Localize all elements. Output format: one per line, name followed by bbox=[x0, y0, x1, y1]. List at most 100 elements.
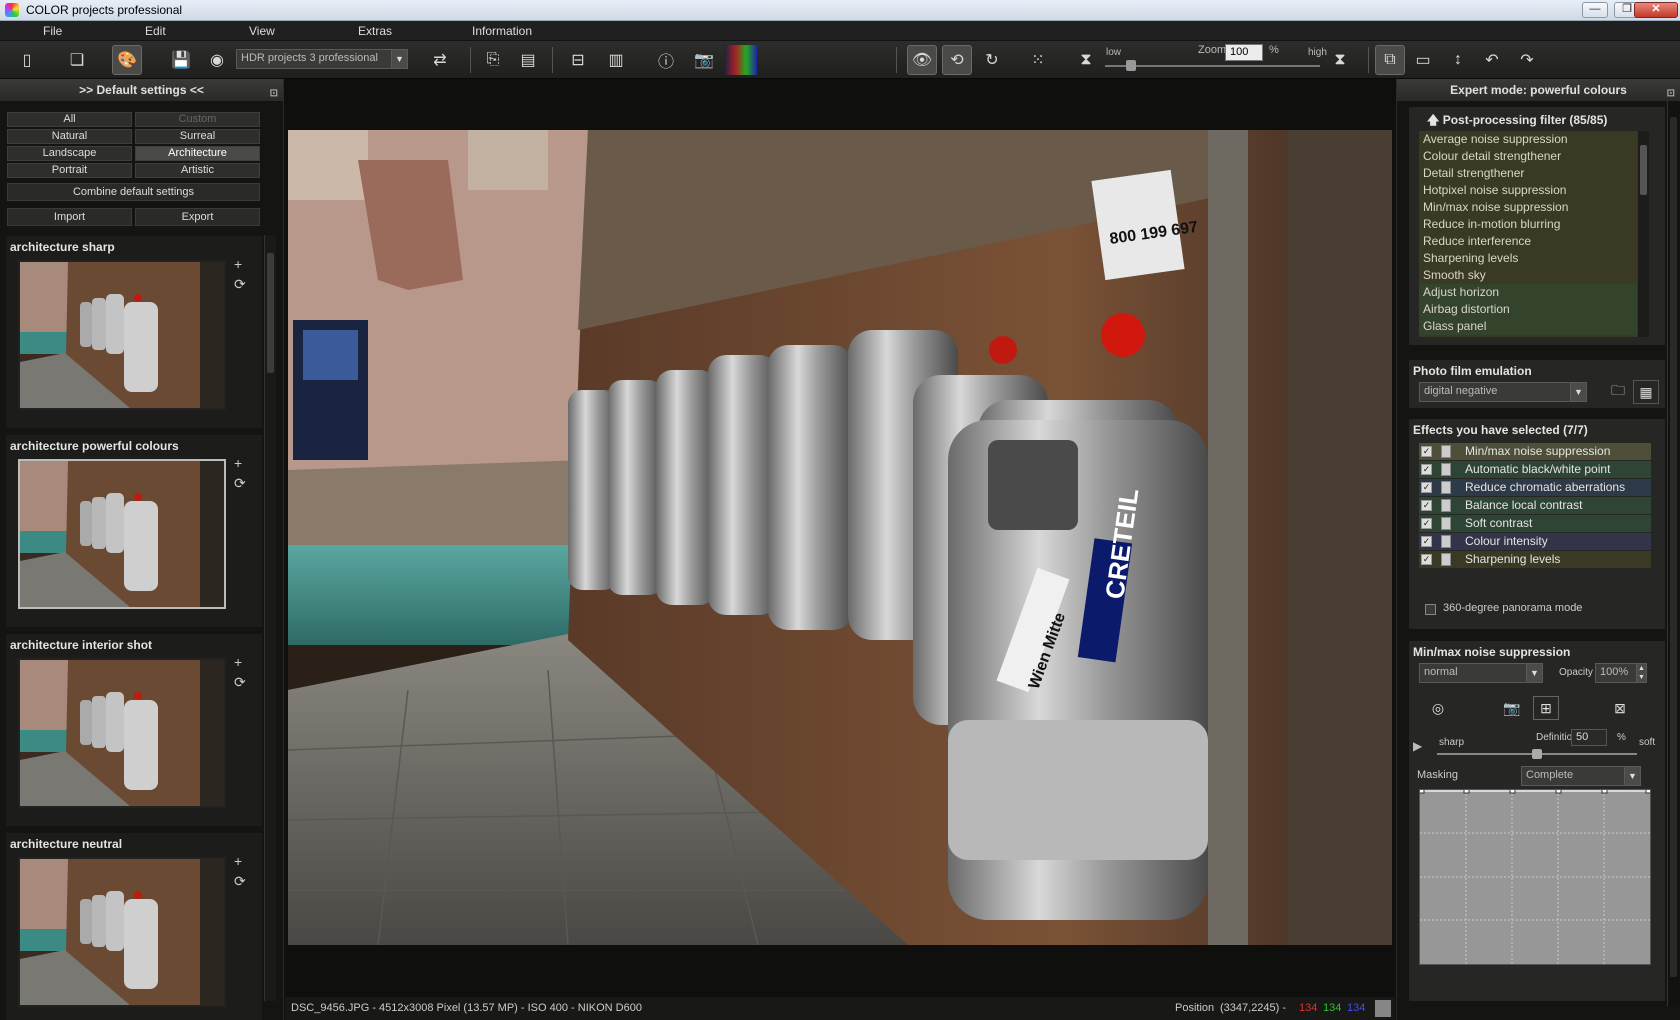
effect-item[interactable]: ✓ Sharpening levels bbox=[1419, 551, 1651, 568]
new-file-icon[interactable]: ▯ bbox=[12, 45, 42, 75]
category-architecture[interactable]: Architecture bbox=[135, 146, 260, 161]
preset-thumbnail[interactable] bbox=[18, 658, 226, 808]
menu-edit[interactable]: Edit bbox=[145, 24, 166, 38]
refresh-preset-icon[interactable]: ⟳ bbox=[234, 276, 246, 293]
zoom-input[interactable]: 100 bbox=[1225, 44, 1263, 61]
filter-scrollbar-thumb[interactable] bbox=[1640, 145, 1647, 195]
category-artistic[interactable]: Artistic bbox=[135, 163, 260, 178]
detail-slider-handle[interactable] bbox=[1126, 60, 1136, 71]
menu-extras[interactable]: Extras bbox=[358, 24, 392, 38]
add-preset-icon[interactable]: + bbox=[234, 256, 242, 272]
filmstrip-icon[interactable]: ▥ bbox=[601, 45, 631, 75]
refresh-preset-icon[interactable]: ⟳ bbox=[234, 873, 246, 890]
effect-checkbox[interactable]: ✓ bbox=[1421, 446, 1432, 457]
effect-checkbox[interactable]: ✓ bbox=[1421, 554, 1432, 565]
preset-thumbnail[interactable] bbox=[18, 857, 226, 1007]
filter-list-item[interactable]: Reduce in-motion blurring bbox=[1419, 216, 1647, 233]
preset-scrollbar-thumb[interactable] bbox=[267, 253, 274, 373]
effect-checkbox[interactable]: ✓ bbox=[1421, 518, 1432, 529]
effect-item[interactable]: ✓ Balance local contrast bbox=[1419, 497, 1651, 514]
effect-item[interactable]: ✓ Reduce chromatic aberrations bbox=[1419, 479, 1651, 496]
open-file-icon[interactable]: ❏ bbox=[62, 45, 92, 75]
import-button[interactable]: Import bbox=[7, 208, 132, 226]
export-icon[interactable]: ⎘ bbox=[478, 45, 508, 75]
palette-icon[interactable]: 🎨 bbox=[112, 45, 142, 75]
definition-slider-handle[interactable] bbox=[1532, 749, 1542, 759]
film-emulation-select[interactable]: digital negative ▼ bbox=[1419, 382, 1587, 402]
menu-information[interactable]: Information bbox=[472, 24, 532, 38]
photo-preview[interactable]: 800 199 697 CRETEIL Wien Mitte bbox=[288, 130, 1392, 945]
definition-input[interactable]: 50 bbox=[1571, 729, 1607, 746]
rotate-right-icon[interactable]: ↷ bbox=[1512, 45, 1542, 75]
filter-list-item[interactable]: Airbag distortion bbox=[1419, 301, 1647, 318]
film-folder-icon[interactable]: 🗀 bbox=[1605, 380, 1631, 404]
resize-icon[interactable]: ↕ bbox=[1443, 45, 1473, 75]
effect-checkbox[interactable]: ✓ bbox=[1421, 500, 1432, 511]
category-surreal[interactable]: Surreal bbox=[135, 129, 260, 144]
effect-item[interactable]: ✓ Min/max noise suppression bbox=[1419, 443, 1651, 460]
high-icon[interactable]: ⧗ bbox=[1325, 45, 1355, 75]
preset-thumbnail[interactable] bbox=[18, 459, 226, 609]
add-preset-icon[interactable]: + bbox=[234, 654, 242, 670]
histogram-icon[interactable] bbox=[725, 45, 757, 75]
rotate-left-icon[interactable]: ↶ bbox=[1477, 45, 1507, 75]
effect-checkbox[interactable]: ✓ bbox=[1421, 482, 1432, 493]
filter-list-item[interactable]: Glass panel bbox=[1419, 318, 1647, 335]
filter-list-item[interactable]: Reduce interference bbox=[1419, 233, 1647, 250]
blend-mode-select[interactable]: normal ▼ bbox=[1419, 663, 1543, 683]
add-preset-icon[interactable]: + bbox=[234, 455, 242, 471]
menu-file[interactable]: File bbox=[43, 24, 62, 38]
preset-card[interactable]: architecture interior shot + ⟳ bbox=[6, 634, 262, 826]
category-custom[interactable]: Custom bbox=[135, 112, 260, 127]
pin-icon[interactable]: ⊡ bbox=[270, 83, 278, 105]
effect-item[interactable]: ✓ Colour intensity bbox=[1419, 533, 1651, 550]
opacity-input[interactable]: 100% ▲ ▼ bbox=[1595, 663, 1647, 683]
filter-list-item[interactable]: Sharpening levels bbox=[1419, 250, 1647, 267]
refresh-preset-icon[interactable]: ⟳ bbox=[234, 475, 246, 492]
close-button[interactable]: ✕ bbox=[1634, 2, 1678, 18]
preset-card[interactable]: architecture sharp + ⟳ bbox=[6, 236, 262, 428]
gallery-icon[interactable]: ▤ bbox=[513, 45, 543, 75]
preset-thumbnail[interactable] bbox=[18, 260, 226, 410]
filter-list-item[interactable]: Smooth sky bbox=[1419, 267, 1647, 284]
detail-slider-track[interactable] bbox=[1105, 65, 1320, 67]
compare-icon[interactable]: ⊟ bbox=[563, 45, 593, 75]
upload-arrow-icon[interactable]: 🡅 bbox=[1427, 113, 1439, 127]
filter-list-item[interactable]: Colour detail strengthener bbox=[1419, 148, 1647, 165]
preset-scrollbar[interactable] bbox=[264, 235, 276, 1001]
expert-panel-scrollbar-thumb[interactable] bbox=[1670, 117, 1677, 977]
effect-checkbox[interactable]: ✓ bbox=[1421, 464, 1432, 475]
add-preset-icon[interactable]: + bbox=[234, 853, 242, 869]
filter-list-item[interactable]: Hotpixel noise suppression bbox=[1419, 182, 1647, 199]
filter-list-item[interactable]: Adjust horizon bbox=[1419, 284, 1647, 301]
exif-icon[interactable]: 📷 bbox=[689, 45, 719, 75]
menu-view[interactable]: View bbox=[249, 24, 275, 38]
remove-layer-icon[interactable]: ⊠ bbox=[1607, 696, 1633, 720]
category-natural[interactable]: Natural bbox=[7, 129, 132, 144]
panorama-checkbox[interactable] bbox=[1425, 604, 1436, 615]
disc-icon[interactable]: ◉ bbox=[202, 45, 232, 75]
effect-item[interactable]: ✓ Soft contrast bbox=[1419, 515, 1651, 532]
filter-scrollbar[interactable] bbox=[1637, 131, 1649, 337]
eye-icon[interactable]: 👁 bbox=[907, 45, 937, 75]
filter-list-item[interactable]: Min/max noise suppression bbox=[1419, 199, 1647, 216]
play-icon[interactable]: ▶ bbox=[1413, 739, 1422, 753]
category-portrait[interactable]: Portrait bbox=[7, 163, 132, 178]
refresh-preset-icon[interactable]: ⟳ bbox=[234, 674, 246, 691]
preset-card[interactable]: architecture neutral + ⟳ bbox=[6, 833, 262, 1020]
fit-icon[interactable]: ▭ bbox=[1408, 45, 1438, 75]
add-layer-icon[interactable]: ⊞ bbox=[1533, 696, 1559, 720]
info-icon[interactable]: ⓘ bbox=[651, 45, 681, 75]
grid-icon[interactable]: ⁙ bbox=[1023, 45, 1053, 75]
masking-select[interactable]: Complete ▼ bbox=[1521, 766, 1641, 786]
filter-list-item[interactable]: Detail strengthener bbox=[1419, 165, 1647, 182]
category-landscape[interactable]: Landscape bbox=[7, 146, 132, 161]
effect-item[interactable]: ✓ Automatic black/white point bbox=[1419, 461, 1651, 478]
low-icon[interactable]: ⧗ bbox=[1071, 45, 1101, 75]
film-settings-icon[interactable]: ▦ bbox=[1633, 380, 1659, 404]
save-icon[interactable]: 💾 bbox=[166, 45, 196, 75]
flow-icon[interactable]: ⇄ bbox=[425, 45, 455, 75]
minimize-button[interactable]: — bbox=[1582, 2, 1608, 18]
export-button[interactable]: Export bbox=[135, 208, 260, 226]
masking-curve-area[interactable] bbox=[1419, 789, 1651, 965]
